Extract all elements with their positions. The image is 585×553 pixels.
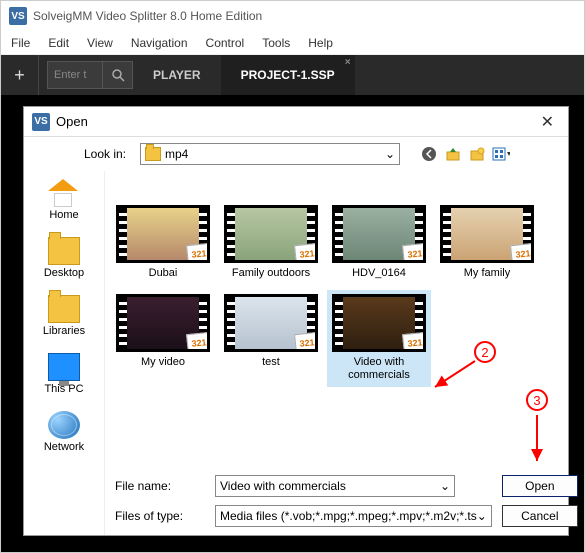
libraries-folder-icon bbox=[48, 295, 80, 323]
filetype-label: Files of type: bbox=[115, 509, 205, 523]
places-bar: Home Desktop Libraries This PC Network bbox=[24, 171, 105, 535]
dialog-close-button[interactable]: ✕ bbox=[535, 112, 560, 132]
lookin-row: Look in: mp4 ⌄ bbox=[24, 137, 568, 171]
menu-navigation[interactable]: Navigation bbox=[131, 36, 188, 50]
file-label: test bbox=[262, 356, 280, 369]
cancel-button[interactable]: Cancel bbox=[502, 505, 578, 527]
video-thumbnail: 321 bbox=[332, 294, 426, 352]
tab-player-label: PLAYER bbox=[153, 68, 201, 82]
menu-control[interactable]: Control bbox=[206, 36, 245, 50]
close-icon[interactable]: × bbox=[345, 57, 351, 68]
file-label: Video with commercials bbox=[329, 356, 429, 382]
menubar: File Edit View Navigation Control Tools … bbox=[1, 31, 584, 55]
app-titlebar: VS SolveigMM Video Splitter 8.0 Home Edi… bbox=[1, 1, 584, 31]
view-menu-button[interactable] bbox=[492, 145, 510, 163]
filename-combobox[interactable]: Video with commercials ⌄ bbox=[215, 475, 455, 497]
open-button[interactable]: Open bbox=[502, 475, 578, 497]
filetype-badge-icon: 321 bbox=[294, 243, 318, 263]
place-libraries[interactable]: Libraries bbox=[24, 291, 104, 341]
video-thumbnail: 321 bbox=[440, 205, 534, 263]
file-label: Dubai bbox=[149, 267, 178, 280]
back-button[interactable] bbox=[420, 145, 438, 163]
dialog-titlebar: VS Open ✕ bbox=[24, 107, 568, 137]
chevron-down-icon: ⌄ bbox=[477, 509, 487, 523]
filetype-badge-icon: 321 bbox=[402, 332, 426, 352]
this-pc-icon bbox=[48, 353, 80, 381]
file-item[interactable]: 321My video bbox=[111, 290, 215, 386]
toolbar: + Enter t PLAYER PROJECT-1.SSP × bbox=[1, 55, 584, 95]
file-label: My video bbox=[141, 356, 185, 369]
file-item[interactable]: 321 Video with commercials bbox=[327, 290, 431, 386]
network-icon bbox=[48, 411, 80, 439]
chevron-down-icon: ⌄ bbox=[385, 147, 395, 161]
lookin-label: Look in: bbox=[84, 147, 134, 161]
video-thumbnail: 321 bbox=[116, 205, 210, 263]
filetype-badge-icon: 321 bbox=[186, 332, 210, 352]
file-item[interactable]: 321 HDV_0164 bbox=[327, 201, 431, 284]
file-item[interactable]: 321 Dubai bbox=[111, 201, 215, 284]
folder-icon bbox=[145, 147, 161, 161]
file-item[interactable]: 321 Family outdoors bbox=[219, 201, 323, 284]
place-this-pc[interactable]: This PC bbox=[24, 349, 104, 399]
filetype-value: Media files (*.vob;*.mpg;*.mpeg;*.mpv;*.… bbox=[220, 509, 477, 523]
app-title: SolveigMM Video Splitter 8.0 Home Editio… bbox=[33, 9, 262, 23]
search-placeholder: Enter t bbox=[54, 69, 86, 81]
file-label: My family bbox=[464, 267, 510, 280]
filetype-badge-icon: 321 bbox=[510, 243, 534, 263]
menu-help[interactable]: Help bbox=[308, 36, 333, 50]
file-area: 321Dubai321Family outdoors321HDV_0164321… bbox=[105, 171, 585, 535]
video-thumbnail: 321 bbox=[116, 294, 210, 352]
filename-value: Video with commercials bbox=[220, 479, 346, 493]
dialog-app-icon: VS bbox=[32, 113, 50, 131]
place-libraries-label: Libraries bbox=[43, 325, 85, 337]
place-home-label: Home bbox=[49, 209, 78, 221]
desktop-folder-icon bbox=[48, 237, 80, 265]
file-label: Family outdoors bbox=[232, 267, 310, 280]
place-network-label: Network bbox=[44, 441, 84, 453]
tab-player[interactable]: PLAYER bbox=[133, 55, 221, 95]
file-item[interactable]: 321 test bbox=[219, 290, 323, 386]
search-button[interactable] bbox=[103, 61, 133, 89]
tab-project[interactable]: PROJECT-1.SSP × bbox=[221, 55, 355, 95]
menu-tools[interactable]: Tools bbox=[262, 36, 290, 50]
add-button[interactable]: + bbox=[1, 55, 39, 95]
filetype-badge-icon: 321 bbox=[186, 243, 210, 263]
chevron-down-icon: ⌄ bbox=[440, 479, 450, 493]
app-logo-icon: VS bbox=[9, 7, 27, 25]
filetype-badge-icon: 321 bbox=[294, 332, 318, 352]
video-thumbnail: 321 bbox=[224, 205, 318, 263]
search-input[interactable]: Enter t bbox=[47, 61, 103, 89]
place-network[interactable]: Network bbox=[24, 407, 104, 457]
video-thumbnail: 321 bbox=[224, 294, 318, 352]
menu-edit[interactable]: Edit bbox=[48, 36, 69, 50]
filename-label: File name: bbox=[115, 479, 205, 493]
lookin-combobox[interactable]: mp4 ⌄ bbox=[140, 143, 400, 165]
place-home[interactable]: Home bbox=[24, 175, 104, 225]
file-grid[interactable]: 321Dubai321Family outdoors321HDV_0164321… bbox=[105, 171, 585, 471]
filetype-badge-icon: 321 bbox=[402, 243, 426, 263]
file-item[interactable]: 321My family bbox=[435, 201, 539, 284]
file-label: HDV_0164 bbox=[352, 267, 406, 280]
new-folder-button[interactable] bbox=[468, 145, 486, 163]
dialog-title: Open bbox=[56, 114, 535, 129]
menu-file[interactable]: File bbox=[11, 36, 30, 50]
lookin-value: mp4 bbox=[165, 147, 188, 161]
video-thumbnail: 321 bbox=[332, 205, 426, 263]
home-icon bbox=[48, 179, 80, 207]
magnifier-icon bbox=[111, 68, 125, 82]
place-desktop[interactable]: Desktop bbox=[24, 233, 104, 283]
filetype-combobox[interactable]: Media files (*.vob;*.mpg;*.mpeg;*.mpv;*.… bbox=[215, 505, 492, 527]
up-one-level-button[interactable] bbox=[444, 145, 462, 163]
place-desktop-label: Desktop bbox=[44, 267, 84, 279]
open-dialog: VS Open ✕ Look in: mp4 ⌄ Ho bbox=[23, 106, 569, 536]
menu-view[interactable]: View bbox=[87, 36, 113, 50]
tab-project-label: PROJECT-1.SSP bbox=[241, 68, 335, 82]
